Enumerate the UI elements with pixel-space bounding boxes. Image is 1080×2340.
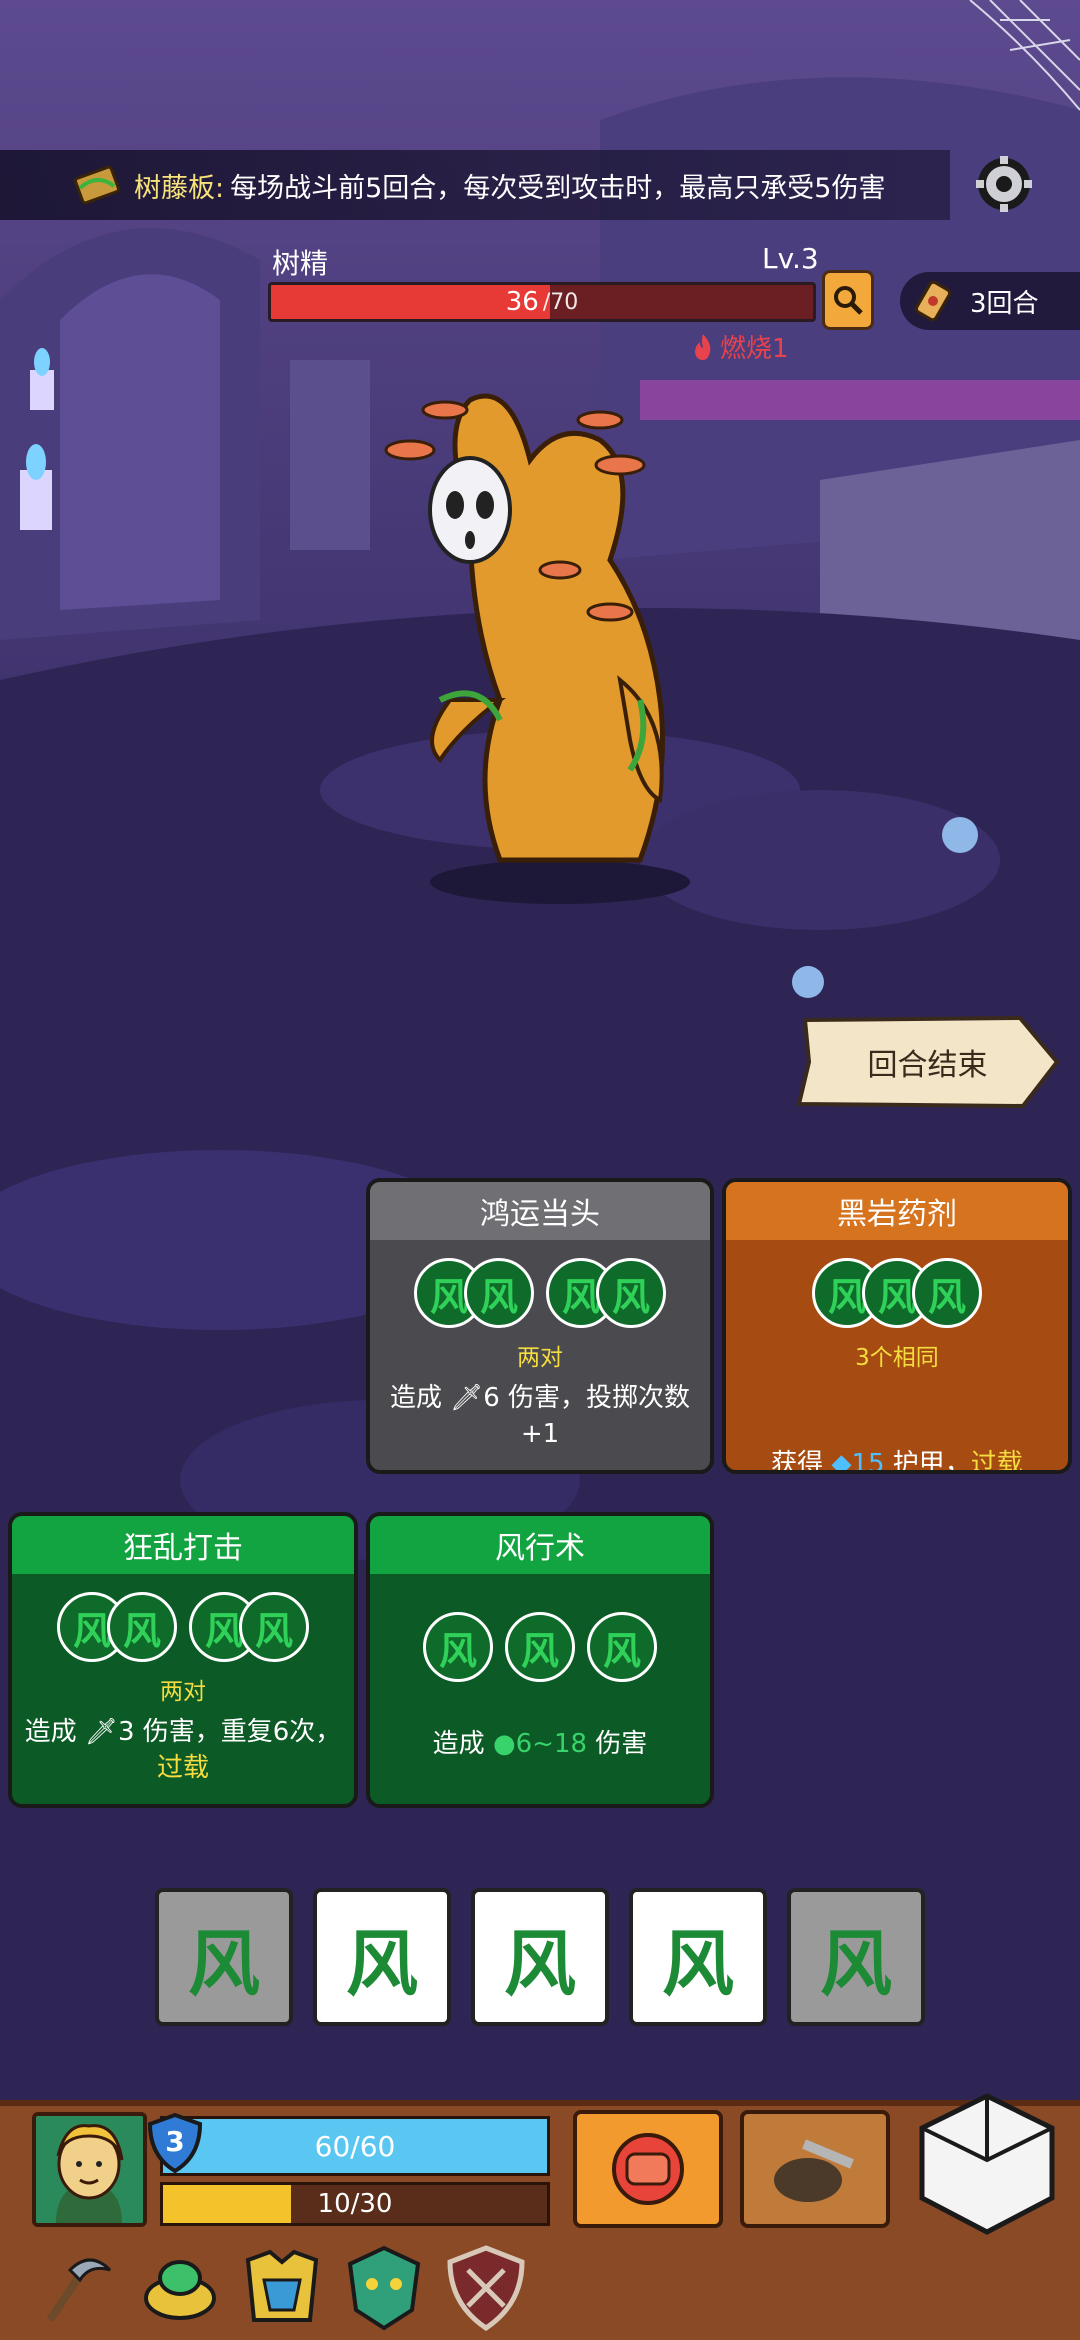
enemy-hp-text: 36 /70 — [268, 282, 816, 322]
burn-status-label: 燃烧1 — [720, 334, 789, 364]
effect-value: 15 — [851, 1449, 885, 1474]
smoke-bomb-skill-button[interactable] — [740, 2110, 890, 2228]
armor-icon: ◆ — [831, 1449, 852, 1474]
wind-die[interactable]: 风 — [629, 1888, 767, 2026]
vine-board-icon — [74, 165, 120, 205]
card-dice-requirement: 风 风 风 风 — [370, 1258, 710, 1328]
wind-die-icon: 风 — [596, 1258, 666, 1328]
settings-gear-icon[interactable] — [970, 150, 1038, 218]
wind-die[interactable]: 风 — [313, 1888, 451, 2026]
wind-die[interactable]: 风 — [155, 1888, 293, 2026]
flame-icon — [695, 333, 711, 360]
hero-portrait-icon — [36, 2116, 143, 2223]
card-body: 风 风 风 3个相同 获得 ◆15 护甲，过载 — [726, 1240, 1068, 1470]
wind-die-icon: 风 — [464, 1258, 534, 1328]
card-body: 风 风 风 风 两对 造成 🗡3 伤害，重复6次， 过载 — [12, 1574, 354, 1804]
skill-card-wind-walk[interactable]: 风行术 风 风 风 造成 ●6~18 伤害 — [366, 1512, 714, 1808]
card-dice-requirement: 风 风 风 风 — [12, 1592, 354, 1662]
wind-die[interactable]: 风 — [787, 1888, 925, 2026]
skill-card-blackrock-potion[interactable]: 黑岩药剂 风 风 风 3个相同 获得 ◆15 护甲，过载 — [722, 1178, 1072, 1474]
card-title: 黑岩药剂 — [726, 1182, 1068, 1240]
effect-tag: 过载 — [970, 1449, 1023, 1474]
effect-suffix: 伤害，重复6次， — [134, 1717, 342, 1747]
card-dice-requirement: 风 风 风 — [726, 1258, 1068, 1328]
effect-prefix: 造成 — [432, 1729, 493, 1759]
die-face: 风 — [661, 1920, 734, 2006]
inspect-enemy-button[interactable] — [822, 270, 874, 330]
sword-icon: 🗡 — [450, 1383, 484, 1413]
wind-die-icon: 风 — [912, 1258, 982, 1328]
armor-badge: 3 — [146, 2112, 204, 2174]
effect-prefix: 获得 — [771, 1449, 832, 1474]
effect-tag: 过载 — [156, 1753, 209, 1783]
card-title: 鸿运当头 — [370, 1182, 710, 1240]
armor-value: 3 — [165, 2124, 185, 2158]
crest-shield-icon[interactable] — [438, 2240, 534, 2336]
enemy-hp-current: 36 — [505, 287, 539, 317]
wind-die-icon: 风 — [107, 1592, 177, 1662]
demon-mask-icon[interactable] — [336, 2240, 432, 2336]
wind-damage-icon: ● — [492, 1729, 516, 1759]
enemy-level: Lv.3 — [762, 242, 819, 275]
skill-card-lucky-streak[interactable]: 鸿运当头 风 风 风 风 两对 造成 🗡6 伤害，投掷次数+1 — [366, 1178, 714, 1474]
magnifier-icon — [834, 286, 863, 315]
card-effect: 造成 ●6~18 伤害 — [380, 1726, 700, 1762]
card-condition: 两对 — [160, 1679, 206, 1705]
card-body: 风 风 风 风 两对 造成 🗡6 伤害，投掷次数+1 — [370, 1240, 710, 1470]
relic-banner[interactable]: 树藤板: 每场战斗前5回合，每次受到攻击时，最高只承受5伤害 — [0, 150, 950, 220]
wind-die-icon: 风 — [239, 1592, 309, 1662]
card-dice-requirement: 风 风 风 — [370, 1612, 710, 1682]
effect-suffix: 伤害 — [587, 1729, 648, 1759]
smoke-bomb-icon — [774, 2139, 854, 2202]
wind-die-icon: 风 — [587, 1612, 657, 1682]
card-condition: 3个相同 — [855, 1345, 939, 1371]
die-face: 风 — [819, 1920, 892, 2006]
scythe-icon[interactable] — [30, 2240, 126, 2336]
card-effect: 造成 🗡3 伤害，重复6次， 过载 — [22, 1714, 344, 1786]
punch-skill-button[interactable] — [573, 2110, 723, 2228]
wind-die-icon: 风 — [505, 1612, 575, 1682]
scroll-icon — [914, 280, 952, 322]
die-face: 风 — [503, 1920, 576, 2006]
player-hp-text: 60/60 — [314, 2129, 396, 2163]
punch-icon — [612, 2133, 684, 2205]
effect-mid: 护甲， — [884, 1449, 971, 1474]
sword-icon: 🗡 — [84, 1717, 118, 1747]
wind-die-icon: 风 — [423, 1612, 493, 1682]
burn-status[interactable]: 燃烧1 — [690, 328, 789, 365]
skill-card-frenzy-strike[interactable]: 狂乱打击 风 风 风 风 两对 造成 🗡3 伤害，重复6次， 过载 — [8, 1512, 358, 1808]
player-avatar[interactable] — [32, 2112, 147, 2227]
effect-suffix: 伤害，投掷次数+1 — [499, 1383, 691, 1449]
effect-prefix: 造成 — [389, 1383, 451, 1413]
card-body: 风 风 风 造成 ●6~18 伤害 — [370, 1574, 710, 1804]
enemy-hp-max: /70 — [542, 289, 579, 315]
card-title: 风行术 — [370, 1516, 710, 1574]
die-face: 风 — [187, 1920, 260, 2006]
relic-name: 树藤板: — [134, 172, 225, 204]
card-title: 狂乱打击 — [12, 1516, 354, 1574]
card-effect: 获得 ◆15 护甲，过载 — [736, 1446, 1058, 1474]
round-label: 3回合 — [970, 288, 1039, 319]
player-xp-text: 10/30 — [317, 2189, 393, 2219]
relic-description: 每场战斗前5回合，每次受到攻击时，最高只承受5伤害 — [230, 172, 886, 204]
wind-die[interactable]: 风 — [471, 1888, 609, 2026]
ring-icon[interactable] — [132, 2240, 228, 2336]
reroll-die-button[interactable] — [912, 2090, 1062, 2238]
enemy-name: 树精 — [272, 247, 329, 280]
effect-prefix: 造成 — [24, 1717, 85, 1747]
card-condition: 两对 — [517, 1345, 563, 1371]
effect-value: 3 — [117, 1717, 135, 1747]
effect-value: 6 — [483, 1383, 500, 1413]
chestplate-icon[interactable] — [234, 2240, 330, 2336]
card-effect: 造成 🗡6 伤害，投掷次数+1 — [380, 1380, 700, 1452]
end-turn-label: 回合结束 — [867, 1048, 988, 1083]
die-face: 风 — [345, 1920, 418, 2006]
effect-value: 6~18 — [515, 1729, 588, 1759]
